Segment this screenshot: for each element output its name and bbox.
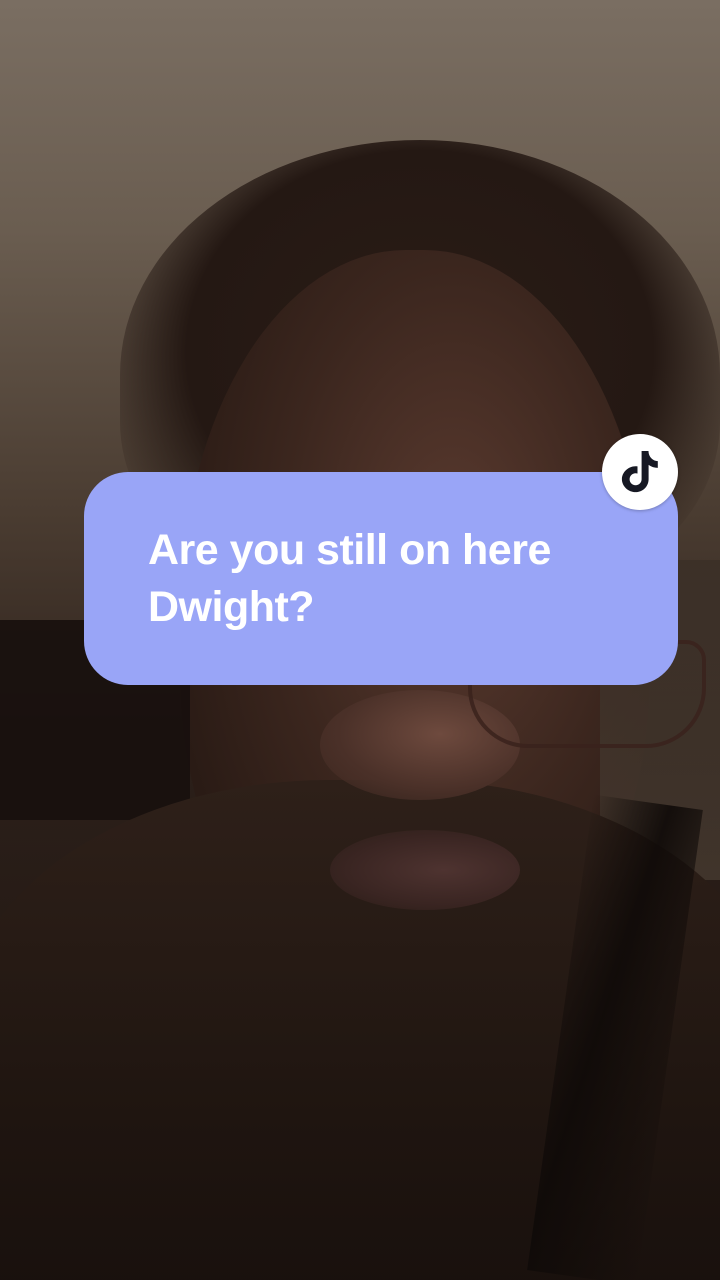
background-lips	[330, 830, 520, 910]
reply-comment-sticker: Are you still on here Dwight?	[84, 472, 678, 685]
comment-text: Are you still on here Dwight?	[148, 526, 551, 631]
video-view[interactable]: Are you still on here Dwight?	[0, 0, 720, 1280]
tiktok-badge	[602, 434, 678, 510]
tiktok-logo-icon	[621, 451, 658, 493]
